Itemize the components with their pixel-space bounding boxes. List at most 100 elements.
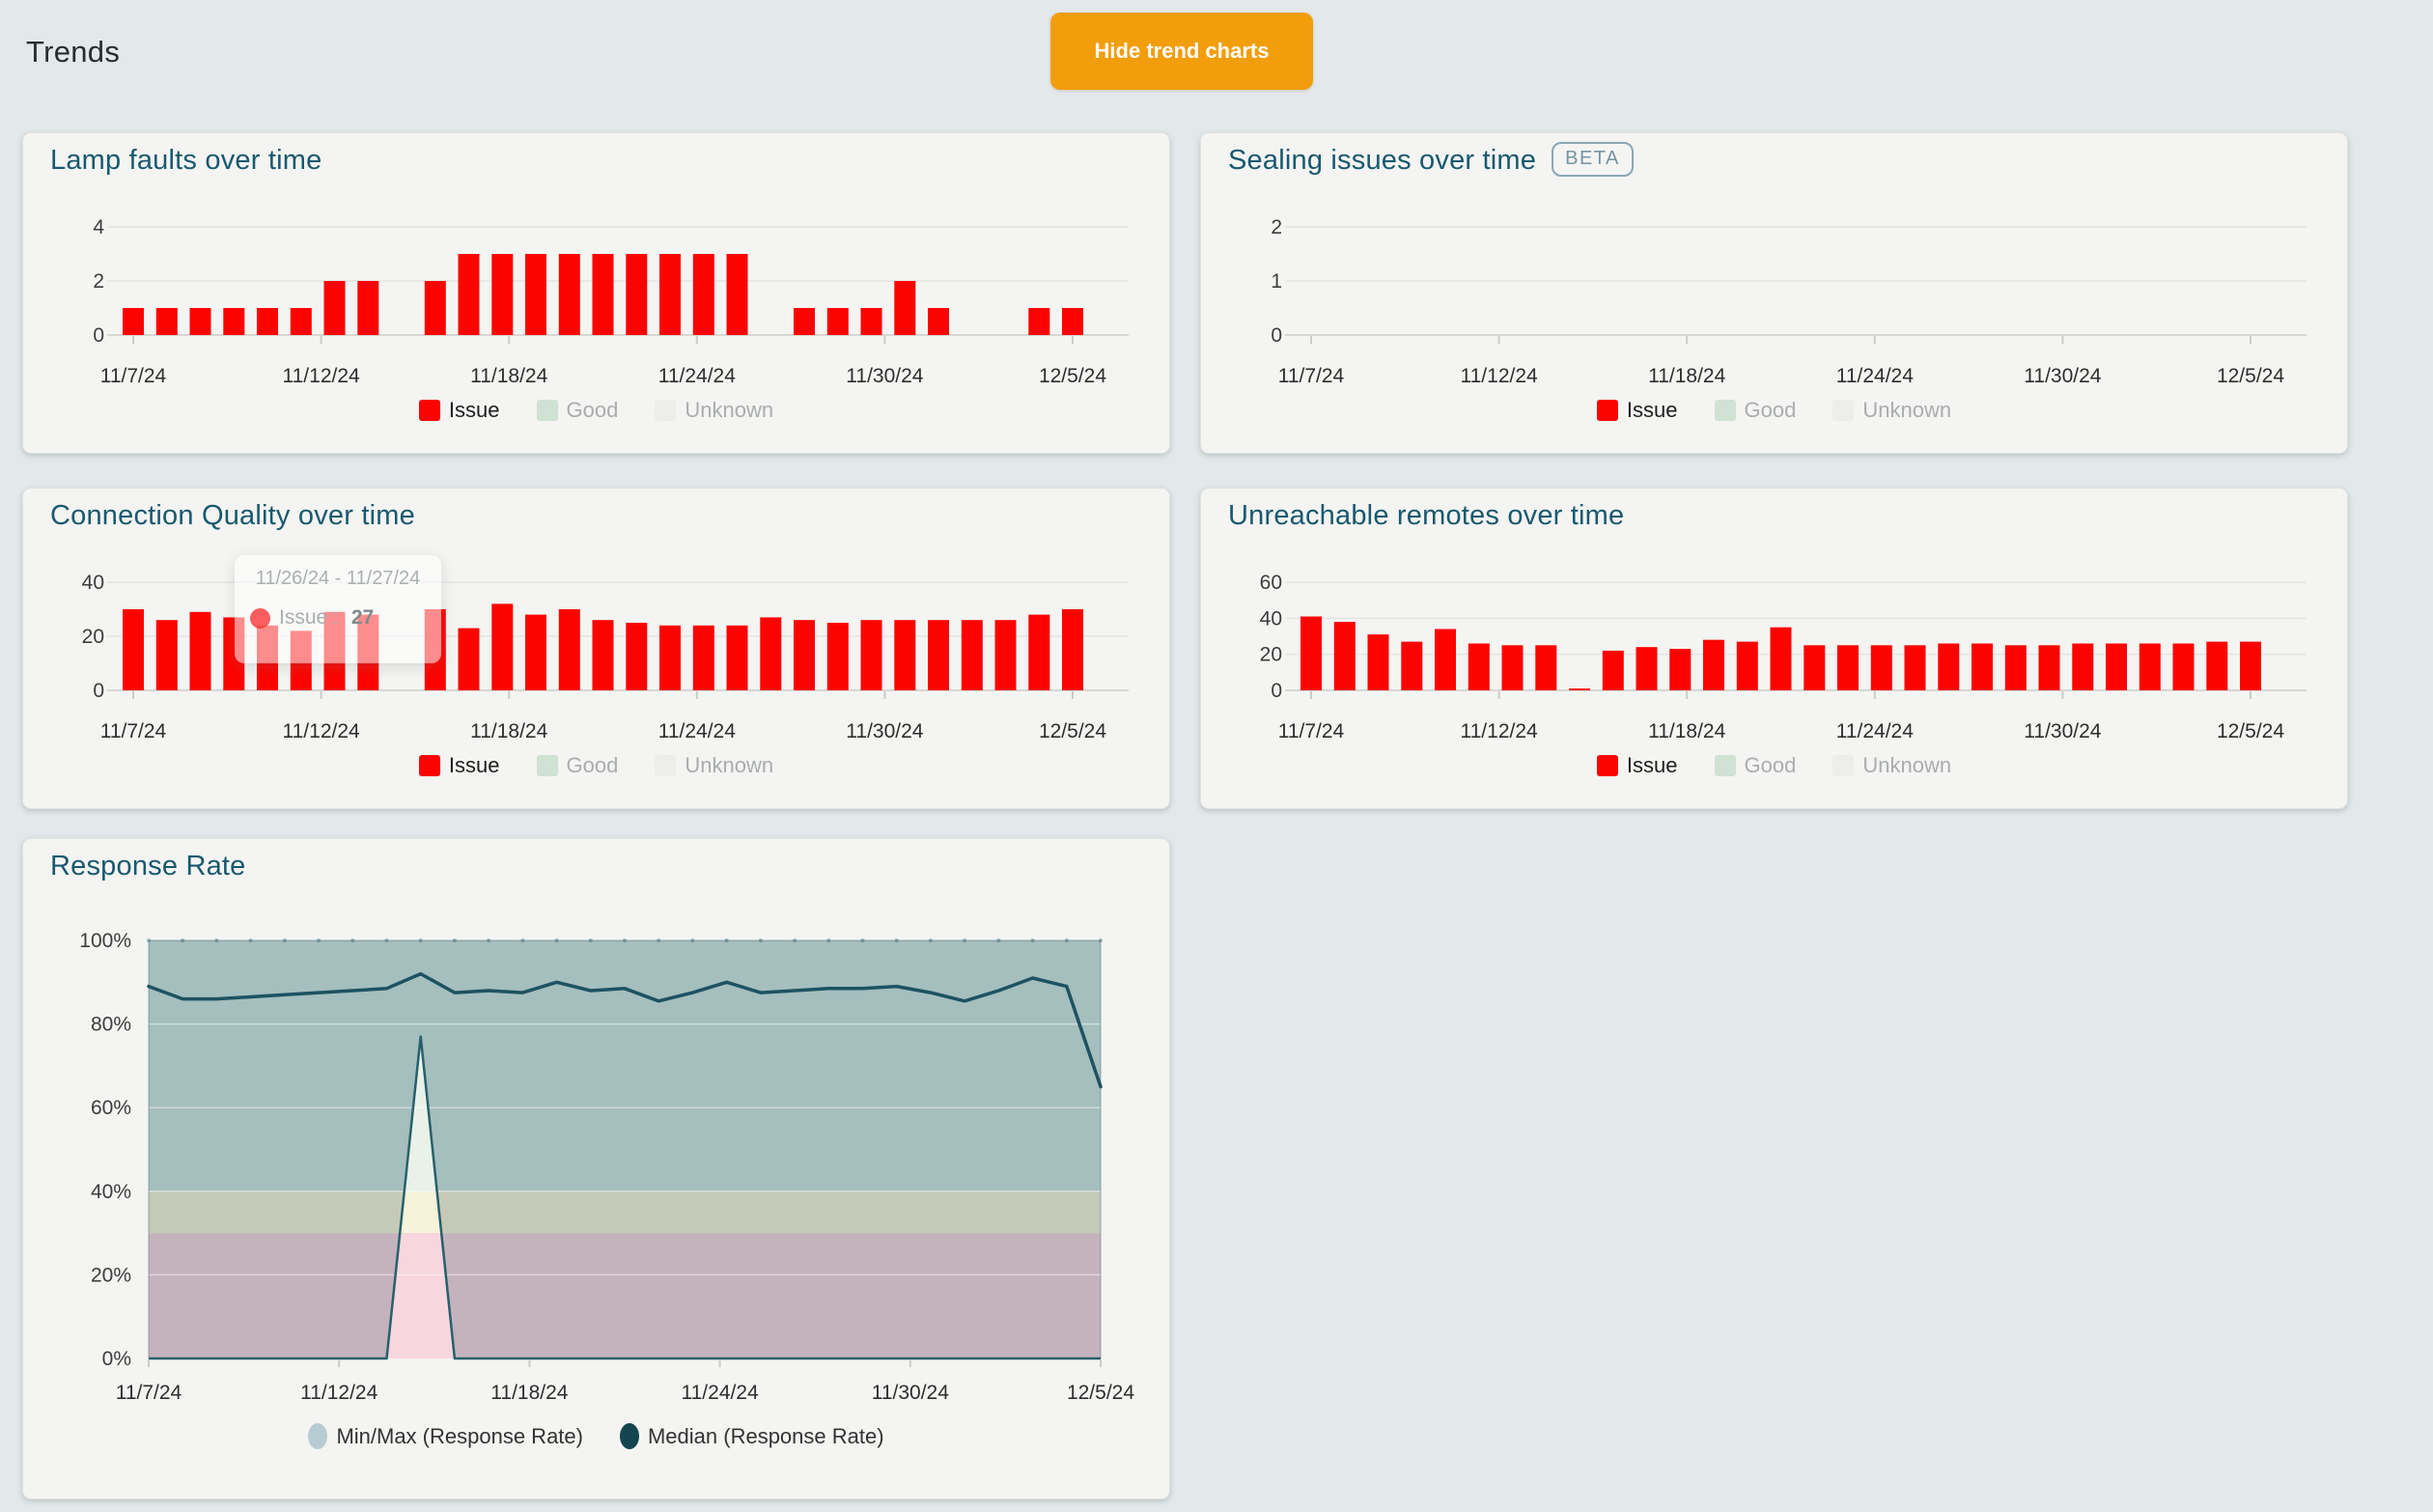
connection-quality-chart[interactable]: 0204011/7/2411/12/2411/18/2411/24/2411/3… xyxy=(23,489,1169,808)
bar[interactable] xyxy=(693,254,714,335)
bar[interactable] xyxy=(559,254,580,335)
bar[interactable] xyxy=(156,620,178,690)
bar[interactable] xyxy=(1669,649,1691,690)
legend-item-good[interactable]: Good xyxy=(1715,753,1797,778)
bar[interactable] xyxy=(1972,644,1993,691)
bar[interactable] xyxy=(794,308,815,335)
bar[interactable] xyxy=(1837,645,1859,690)
bar[interactable] xyxy=(1771,628,1792,690)
bar[interactable] xyxy=(861,620,882,690)
bar[interactable] xyxy=(928,308,949,335)
legend-item-median[interactable]: Median (Response Rate) xyxy=(620,1423,884,1449)
bar[interactable] xyxy=(223,308,244,335)
bar[interactable] xyxy=(491,603,513,690)
bar[interactable] xyxy=(928,620,949,690)
bar[interactable] xyxy=(861,308,882,335)
bar[interactable] xyxy=(1300,617,1322,691)
bar[interactable] xyxy=(257,308,278,335)
bar[interactable] xyxy=(1028,615,1049,690)
bar[interactable] xyxy=(2039,645,2060,690)
bar[interactable] xyxy=(1062,308,1083,335)
bar[interactable] xyxy=(827,308,849,335)
bar[interactable] xyxy=(525,615,546,690)
bar[interactable] xyxy=(693,626,714,690)
bar[interactable] xyxy=(1401,642,1422,690)
bar[interactable] xyxy=(962,620,983,690)
bar[interactable] xyxy=(2206,642,2227,690)
bar[interactable] xyxy=(190,612,211,690)
bar[interactable] xyxy=(593,620,614,690)
response-rate-chart[interactable]: 0%20%40%60%80%100%11/7/2411/12/2411/18/2… xyxy=(23,839,1169,1498)
bar[interactable] xyxy=(357,615,378,690)
bar[interactable] xyxy=(894,620,915,690)
bar[interactable] xyxy=(425,281,446,335)
bar[interactable] xyxy=(995,620,1017,690)
bar[interactable] xyxy=(1435,630,1456,691)
bar[interactable] xyxy=(324,281,346,335)
legend-item-issue[interactable]: Issue xyxy=(419,398,500,423)
bar[interactable] xyxy=(1062,609,1083,690)
legend-item-good[interactable]: Good xyxy=(537,398,619,423)
bar[interactable] xyxy=(2005,645,2027,690)
bar[interactable] xyxy=(491,254,513,335)
bar[interactable] xyxy=(525,254,546,335)
bar[interactable] xyxy=(659,254,681,335)
bar[interactable] xyxy=(1737,642,1758,690)
bar[interactable] xyxy=(760,617,781,690)
bar[interactable] xyxy=(626,623,647,690)
bar[interactable] xyxy=(425,609,446,690)
bar[interactable] xyxy=(1871,645,1892,690)
legend-item-unknown[interactable]: Unknown xyxy=(655,398,773,423)
bar[interactable] xyxy=(190,308,211,335)
legend-item-good[interactable]: Good xyxy=(537,753,619,778)
bar[interactable] xyxy=(1368,634,1389,690)
hide-trend-charts-button[interactable]: Hide trend charts xyxy=(1050,13,1313,90)
bar[interactable] xyxy=(626,254,647,335)
bar[interactable] xyxy=(324,612,346,690)
legend-item-unknown[interactable]: Unknown xyxy=(655,753,773,778)
bar[interactable] xyxy=(1535,645,1556,690)
legend-item-minmax[interactable]: Min/Max (Response Rate) xyxy=(308,1423,583,1449)
lamp-faults-chart[interactable]: 02411/7/2411/12/2411/18/2411/24/2411/30/… xyxy=(23,133,1169,453)
bar[interactable] xyxy=(156,308,178,335)
bar[interactable] xyxy=(291,308,312,335)
bar[interactable] xyxy=(2173,644,2195,691)
bar[interactable] xyxy=(659,626,681,690)
bar[interactable] xyxy=(291,630,312,690)
bar[interactable] xyxy=(1636,647,1658,690)
legend-item-issue[interactable]: Issue xyxy=(1597,753,1678,778)
legend-item-unknown[interactable]: Unknown xyxy=(1832,753,1951,778)
bar[interactable] xyxy=(1603,651,1624,690)
bar[interactable] xyxy=(827,623,849,690)
legend-item-issue[interactable]: Issue xyxy=(1597,398,1678,423)
bar[interactable] xyxy=(2139,644,2161,691)
bar[interactable] xyxy=(2240,642,2261,690)
bar[interactable] xyxy=(1334,622,1356,690)
bar[interactable] xyxy=(1569,688,1590,690)
bar[interactable] xyxy=(1502,645,1524,690)
legend-item-unknown[interactable]: Unknown xyxy=(1832,398,1951,423)
bar[interactable] xyxy=(1468,644,1490,691)
bar[interactable] xyxy=(593,254,614,335)
bar[interactable] xyxy=(727,254,748,335)
unreachable-remotes-chart[interactable]: 020406011/7/2411/12/2411/18/2411/24/2411… xyxy=(1201,489,2347,808)
bar[interactable] xyxy=(459,254,480,335)
bar[interactable] xyxy=(727,626,748,690)
bar[interactable] xyxy=(123,609,144,690)
bar[interactable] xyxy=(794,620,815,690)
bar[interactable] xyxy=(257,626,278,690)
legend-item-good[interactable]: Good xyxy=(1715,398,1797,423)
legend-item-issue[interactable]: Issue xyxy=(419,753,500,778)
bar[interactable] xyxy=(559,609,580,690)
bar[interactable] xyxy=(223,617,244,690)
bar[interactable] xyxy=(459,629,480,690)
bar[interactable] xyxy=(1905,645,1926,690)
bar[interactable] xyxy=(123,308,144,335)
bar[interactable] xyxy=(2072,644,2093,691)
bar[interactable] xyxy=(894,281,915,335)
bar[interactable] xyxy=(1028,308,1049,335)
bar[interactable] xyxy=(1703,640,1724,690)
bar[interactable] xyxy=(1804,645,1825,690)
bar[interactable] xyxy=(357,281,378,335)
bar[interactable] xyxy=(2106,644,2127,691)
